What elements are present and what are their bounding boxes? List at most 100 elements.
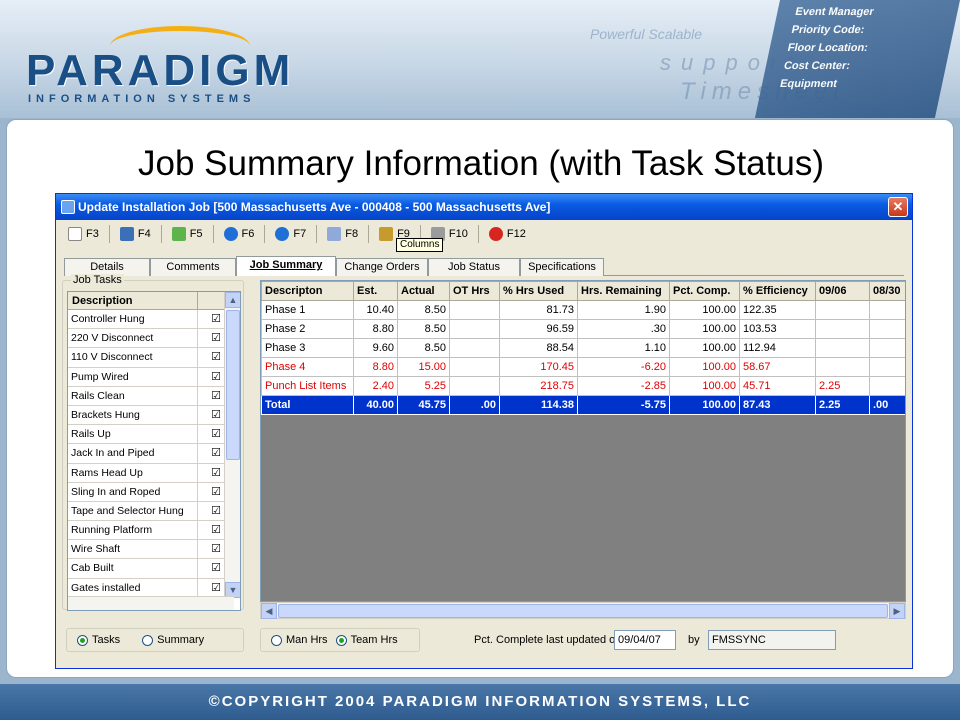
table-cell[interactable]: Phase 4 [261, 357, 354, 377]
table-cell[interactable]: 1.90 [577, 300, 670, 320]
column-header[interactable]: Est. [353, 281, 398, 301]
task-row[interactable]: 220 V Disconnect ☑ [68, 329, 240, 349]
tasks-radio[interactable]: Tasks [77, 634, 120, 646]
column-header[interactable]: % Hrs Used [499, 281, 578, 301]
table-cell[interactable]: 100.00 [669, 319, 740, 339]
tab-change-orders[interactable]: Change Orders [336, 258, 428, 276]
total-row[interactable]: Total 40.00 45.75 .00 114.38 -5.75 100.00 87.43… [261, 395, 905, 415]
table-cell[interactable] [869, 338, 905, 358]
column-header[interactable]: OT Hrs [449, 281, 500, 301]
table-cell[interactable]: 100.00 [669, 395, 740, 415]
copy-button[interactable]: F8 [321, 223, 364, 245]
table-cell[interactable]: .30 [577, 319, 670, 339]
task-row[interactable]: Controller Hung ☑ [68, 310, 240, 330]
table-cell[interactable] [449, 300, 500, 320]
task-row[interactable]: Brackets Hung ☑ [68, 405, 240, 426]
task-row[interactable]: Pump Wired ☑ [68, 367, 240, 387]
table-cell[interactable]: -6.20 [577, 357, 670, 377]
task-row[interactable]: Sling In and Roped ☑ [68, 482, 240, 502]
task-list-vertical-scrollbar[interactable]: ▲ ▼ [224, 292, 240, 598]
table-cell[interactable]: 40.00 [353, 395, 398, 415]
table-cell[interactable]: 88.54 [499, 338, 578, 358]
man-hrs-radio[interactable]: Man Hrs [271, 634, 328, 646]
column-header[interactable]: Pct. Comp. [669, 281, 740, 301]
scroll-thumb[interactable] [226, 310, 240, 460]
refresh-button[interactable]: F5 [166, 223, 209, 245]
column-header[interactable]: 09/06 [815, 281, 870, 301]
table-cell[interactable]: 2.25 [815, 395, 870, 415]
table-cell[interactable] [869, 376, 905, 396]
column-header[interactable]: % Efficiency [739, 281, 816, 301]
task-row[interactable]: Running Platform ☑ [68, 521, 240, 541]
table-cell[interactable]: 96.59 [499, 319, 578, 339]
next-button[interactable]: F7 [269, 223, 312, 245]
summary-radio[interactable]: Summary [142, 634, 204, 646]
table-cell[interactable]: 8.80 [353, 319, 398, 339]
table-cell[interactable]: Total [261, 395, 354, 415]
table-cell[interactable]: 8.50 [397, 319, 450, 339]
table-cell[interactable]: Punch List Items [261, 376, 354, 396]
table-cell[interactable]: 2.40 [353, 376, 398, 396]
task-list-horizontal-scrollbar[interactable] [68, 596, 234, 610]
tab-comments[interactable]: Comments [150, 258, 236, 276]
table-cell[interactable]: 112.94 [739, 338, 816, 358]
scroll-right-icon[interactable]: ▶ [889, 603, 905, 619]
tab-job-status[interactable]: Job Status [428, 258, 520, 276]
table-cell[interactable]: 87.43 [739, 395, 816, 415]
scroll-up-icon[interactable]: ▲ [225, 292, 240, 308]
grid-horizontal-scrollbar[interactable]: ◀ ▶ [260, 602, 906, 619]
task-row[interactable]: Wire Shaft ☑ [68, 540, 240, 560]
task-row[interactable]: Cab Built ☑ [68, 559, 240, 579]
table-cell[interactable]: 9.60 [353, 338, 398, 358]
table-cell[interactable]: 8.50 [397, 300, 450, 320]
task-row[interactable]: Tape and Selector Hung ☑ [68, 501, 240, 522]
table-cell[interactable]: .00 [869, 395, 905, 415]
table-cell[interactable]: 122.35 [739, 300, 816, 320]
table-cell[interactable]: 218.75 [499, 376, 578, 396]
table-cell[interactable] [449, 319, 500, 339]
table-cell[interactable]: Phase 2 [261, 319, 354, 339]
table-cell[interactable]: 81.73 [499, 300, 578, 320]
table-cell[interactable]: 114.38 [499, 395, 578, 415]
table-cell[interactable]: 45.75 [397, 395, 450, 415]
window-titlebar[interactable]: Update Installation Job [500 Massachuset… [56, 194, 912, 220]
task-row[interactable]: Gates installed ☑ [68, 578, 240, 598]
table-row[interactable]: Phase 1 10.40 8.50 81.73 1.90 100.00 122.35 [261, 300, 905, 320]
table-cell[interactable]: -2.85 [577, 376, 670, 396]
column-header[interactable]: Hrs. Remaining [577, 281, 670, 301]
tab-specifications[interactable]: Specifications [520, 258, 604, 276]
table-cell[interactable] [815, 300, 870, 320]
table-cell[interactable]: 170.45 [499, 357, 578, 377]
column-header[interactable]: 08/30 [869, 281, 905, 301]
table-cell[interactable]: 15.00 [397, 357, 450, 377]
table-cell[interactable]: 100.00 [669, 300, 740, 320]
table-cell[interactable] [449, 376, 500, 396]
close-button[interactable]: ✕ [888, 197, 908, 217]
table-row[interactable]: Punch List Items 2.40 5.25 218.75 -2.85 100.0… [261, 376, 905, 396]
table-cell[interactable]: Phase 3 [261, 338, 354, 358]
table-cell[interactable]: 8.80 [353, 357, 398, 377]
scroll-thumb[interactable] [278, 604, 888, 618]
table-cell[interactable]: Phase 1 [261, 300, 354, 320]
task-row[interactable]: 110 V Disconnect ☑ [68, 348, 240, 368]
table-cell[interactable] [869, 300, 905, 320]
table-cell[interactable] [815, 338, 870, 358]
table-cell[interactable] [815, 357, 870, 377]
table-row[interactable]: Phase 3 9.60 8.50 88.54 1.10 100.00 112.94 [261, 338, 905, 358]
save-button[interactable]: F4 [114, 223, 157, 245]
table-cell[interactable]: -5.75 [577, 395, 670, 415]
table-cell[interactable]: 103.53 [739, 319, 816, 339]
table-cell[interactable] [815, 319, 870, 339]
table-cell[interactable]: 100.00 [669, 357, 740, 377]
table-cell[interactable]: 8.50 [397, 338, 450, 358]
table-cell[interactable] [449, 357, 500, 377]
column-header[interactable]: Actual [397, 281, 450, 301]
team-hrs-radio[interactable]: Team Hrs [335, 634, 398, 646]
exit-button[interactable]: F12 [483, 223, 532, 245]
task-row[interactable]: Jack In and Piped ☑ [68, 444, 240, 464]
table-cell[interactable]: 10.40 [353, 300, 398, 320]
table-cell[interactable]: 100.00 [669, 376, 740, 396]
updated-by-field[interactable]: FMSSYNC [708, 630, 836, 650]
table-cell[interactable] [449, 338, 500, 358]
table-cell[interactable]: 45.71 [739, 376, 816, 396]
